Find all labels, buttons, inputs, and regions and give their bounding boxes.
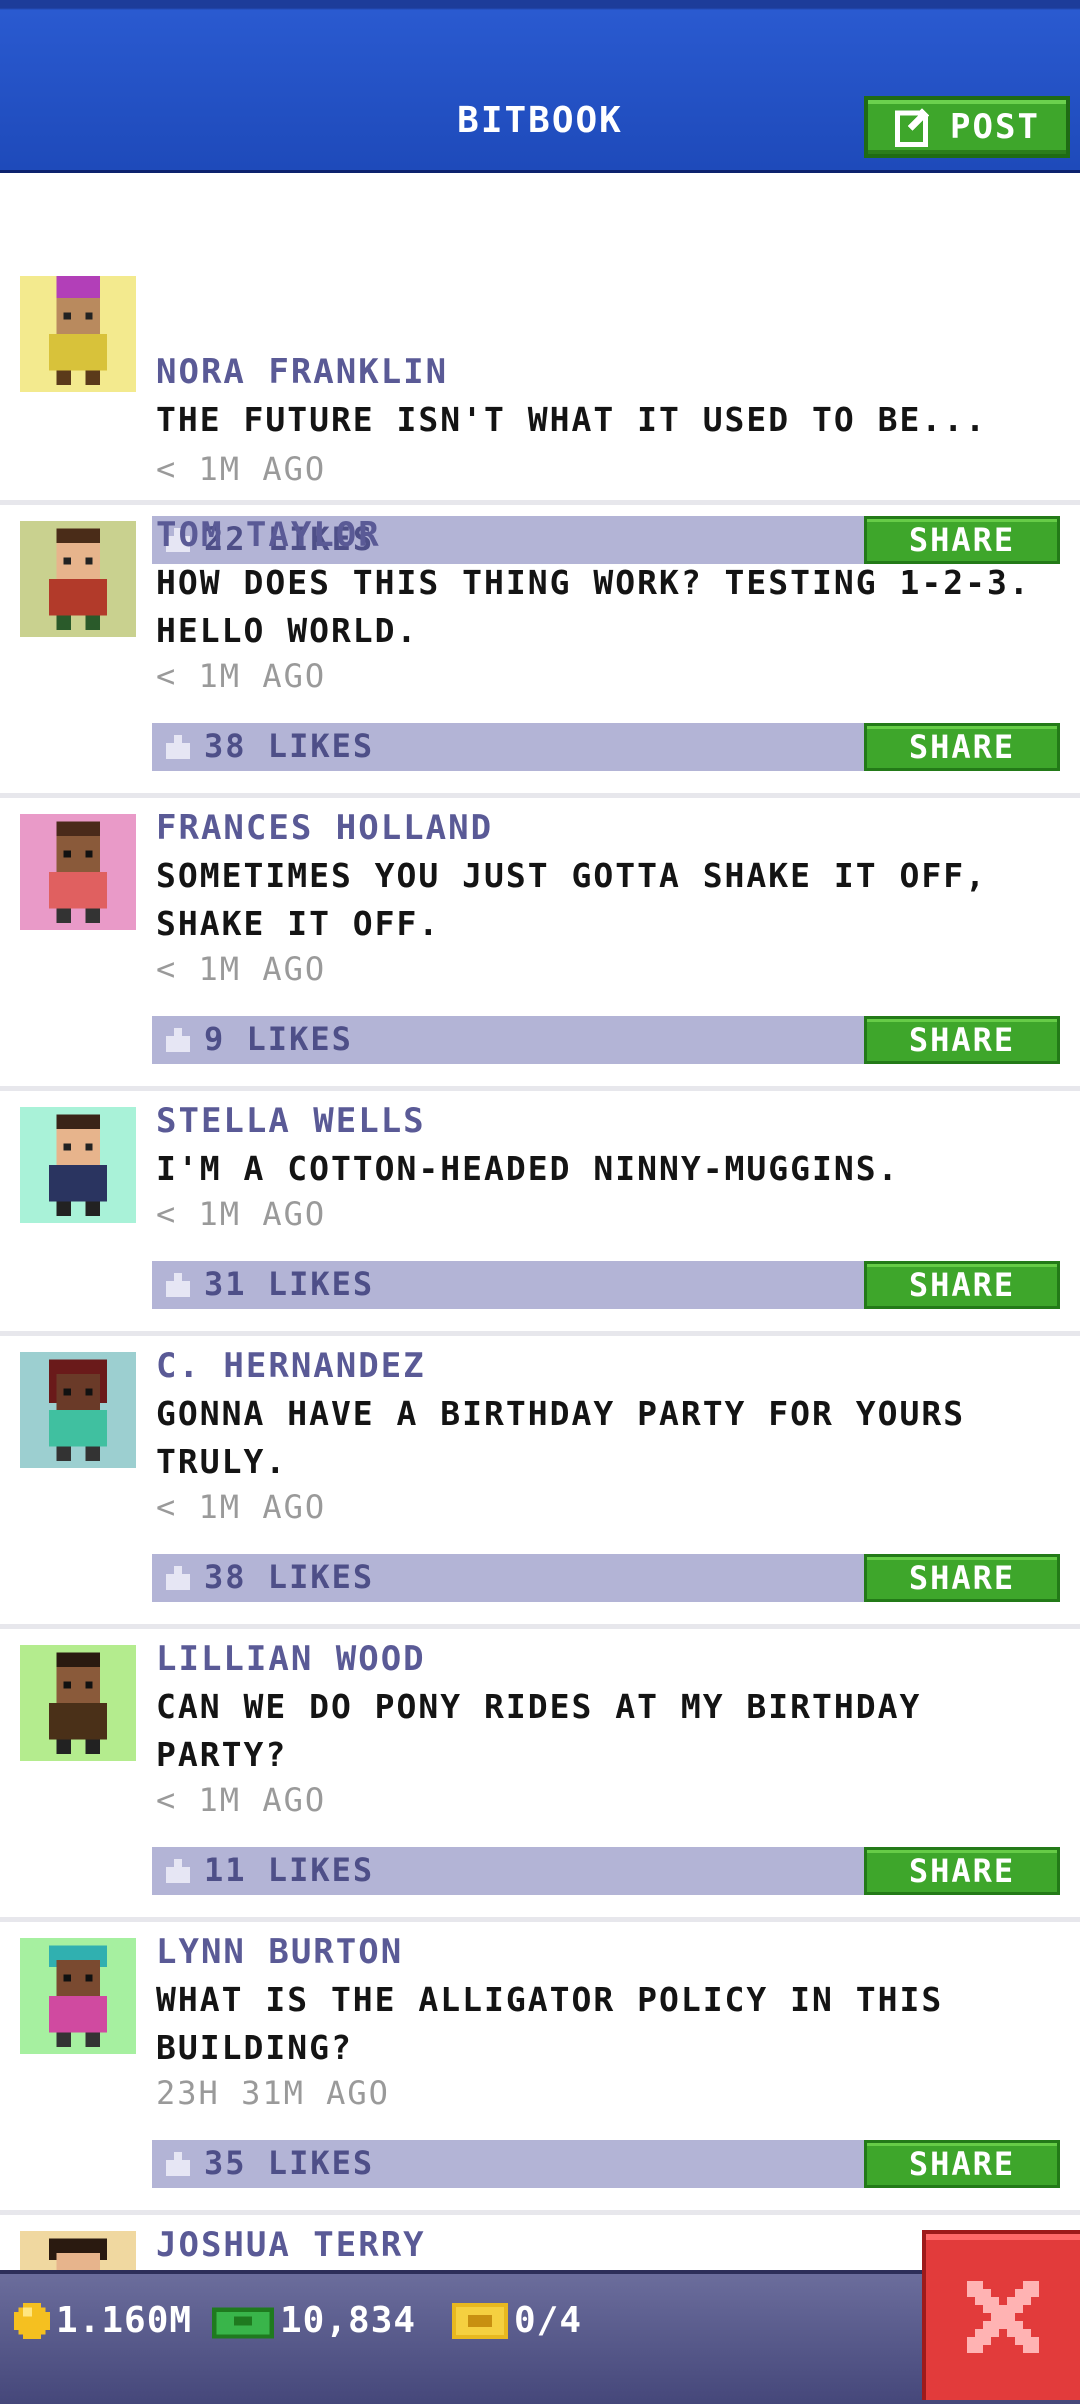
- close-icon: [967, 2281, 1039, 2353]
- feed-post: FRANCES HOLLAND SOMETIMES YOU JUST GOTTA…: [0, 798, 1080, 1091]
- coin-stat[interactable]: 1.160M: [14, 2300, 192, 2341]
- post-button-label: POST: [950, 107, 1040, 147]
- like-bar: 31 LIKES SHARE: [152, 1261, 1060, 1309]
- post-author[interactable]: LILLIAN WOOD: [156, 1639, 426, 1679]
- like-count: 35 LIKES: [204, 2144, 375, 2182]
- coin-count: 1.160M: [56, 2300, 193, 2341]
- like-count: 11 LIKES: [204, 1851, 375, 1889]
- post-message: CAN WE DO PONY RIDES AT MY BIRTHDAY PART…: [156, 1687, 922, 1774]
- like-bar: 9 LIKES SHARE: [152, 1016, 1060, 1064]
- feed-post: TOM TAYLOR HOW DOES THIS THING WORK? TES…: [0, 505, 1080, 798]
- post-author[interactable]: NORA FRANKLIN: [156, 352, 448, 392]
- share-button[interactable]: SHARE: [864, 723, 1060, 771]
- bux-stat[interactable]: 10,834: [212, 2300, 416, 2341]
- post-time: < 1M AGO: [156, 950, 327, 988]
- post-author[interactable]: FRANCES HOLLAND: [156, 808, 493, 848]
- like-count: 38 LIKES: [204, 727, 375, 765]
- close-button[interactable]: [922, 2230, 1080, 2400]
- like-count: 38 LIKES: [204, 1558, 375, 1596]
- post-time: < 1M AGO: [156, 1781, 327, 1819]
- post-time: < 1M AGO: [156, 450, 327, 488]
- post-time: < 1M AGO: [156, 1195, 327, 1233]
- share-button[interactable]: SHARE: [864, 1847, 1060, 1895]
- thumb-up-icon[interactable]: [166, 1566, 190, 1590]
- like-bar: 38 LIKES SHARE: [152, 723, 1060, 771]
- ticket-stat[interactable]: 0/4: [452, 2300, 582, 2341]
- post-author[interactable]: TOM TAYLOR: [156, 515, 381, 555]
- post-message: SOMETIMES YOU JUST GOTTA SHAKE IT OFF, S…: [156, 856, 987, 943]
- like-bar: 35 LIKES SHARE: [152, 2140, 1060, 2188]
- thumb-up-icon[interactable]: [166, 1028, 190, 1052]
- bux-icon: [212, 2307, 274, 2339]
- thumb-up-icon[interactable]: [166, 2152, 190, 2176]
- post-message: THE FUTURE ISN'T WHAT IT USED TO BE...: [156, 400, 987, 439]
- share-button[interactable]: SHARE: [864, 1016, 1060, 1064]
- like-bar: 38 LIKES SHARE: [152, 1554, 1060, 1602]
- avatar[interactable]: [20, 1938, 136, 2054]
- post-message: I'M A COTTON-HEADED NINNY-MUGGINS.: [156, 1149, 900, 1188]
- post-time: 23H 31M AGO: [156, 2074, 390, 2112]
- like-bar: 11 LIKES SHARE: [152, 1847, 1060, 1895]
- feed-post: C. HERNANDEZ GONNA HAVE A BIRTHDAY PARTY…: [0, 1336, 1080, 1629]
- feed-post: STELLA WELLS I'M A COTTON-HEADED NINNY-M…: [0, 1091, 1080, 1336]
- thumb-up-icon[interactable]: [166, 1273, 190, 1297]
- post-author[interactable]: STELLA WELLS: [156, 1101, 426, 1141]
- edit-icon: [895, 106, 933, 147]
- thumb-up-icon[interactable]: [166, 1859, 190, 1883]
- share-button[interactable]: SHARE: [864, 2140, 1060, 2188]
- thumb-up-icon[interactable]: [166, 735, 190, 759]
- avatar[interactable]: [20, 521, 136, 637]
- post-time: < 1M AGO: [156, 1488, 327, 1526]
- avatar[interactable]: [20, 1107, 136, 1223]
- post-time: < 1M AGO: [156, 657, 327, 695]
- post-message: WHAT IS THE ALLIGATOR POLICY IN THIS BUI…: [156, 1980, 944, 2067]
- ticket-icon: [452, 2302, 508, 2339]
- like-count: 9 LIKES: [204, 1020, 353, 1058]
- avatar[interactable]: [20, 1352, 136, 1468]
- share-button[interactable]: SHARE: [864, 1554, 1060, 1602]
- like-count: 31 LIKES: [204, 1265, 375, 1303]
- post-author[interactable]: LYNN BURTON: [156, 1932, 403, 1972]
- post-author[interactable]: C. HERNANDEZ: [156, 1346, 426, 1386]
- coin-icon: [14, 2302, 50, 2339]
- post-message: HOW DOES THIS THING WORK? TESTING 1-2-3.…: [156, 563, 1031, 650]
- post-button[interactable]: POST: [864, 96, 1070, 158]
- post-message: GONNA HAVE A BIRTHDAY PARTY FOR YOURS TR…: [156, 1394, 966, 1481]
- status-bar: 1.160M 10,834 0/4: [0, 2270, 1080, 2404]
- ticket-count: 0/4: [514, 2300, 583, 2341]
- avatar[interactable]: [20, 1645, 136, 1761]
- avatar[interactable]: [20, 276, 136, 392]
- avatar[interactable]: [20, 814, 136, 930]
- feed-post: NORA FRANKLIN THE FUTURE ISN'T WHAT IT U…: [0, 254, 1080, 564]
- post-author[interactable]: JOSHUA TERRY: [156, 2225, 426, 2265]
- feed-post: LILLIAN WOOD CAN WE DO PONY RIDES AT MY …: [0, 1629, 1080, 1922]
- bux-count: 10,834: [280, 2300, 417, 2341]
- app-header: BITBOOK POST: [0, 0, 1080, 173]
- feed-post: LYNN BURTON WHAT IS THE ALLIGATOR POLICY…: [0, 1922, 1080, 2215]
- share-button[interactable]: SHARE: [864, 1261, 1060, 1309]
